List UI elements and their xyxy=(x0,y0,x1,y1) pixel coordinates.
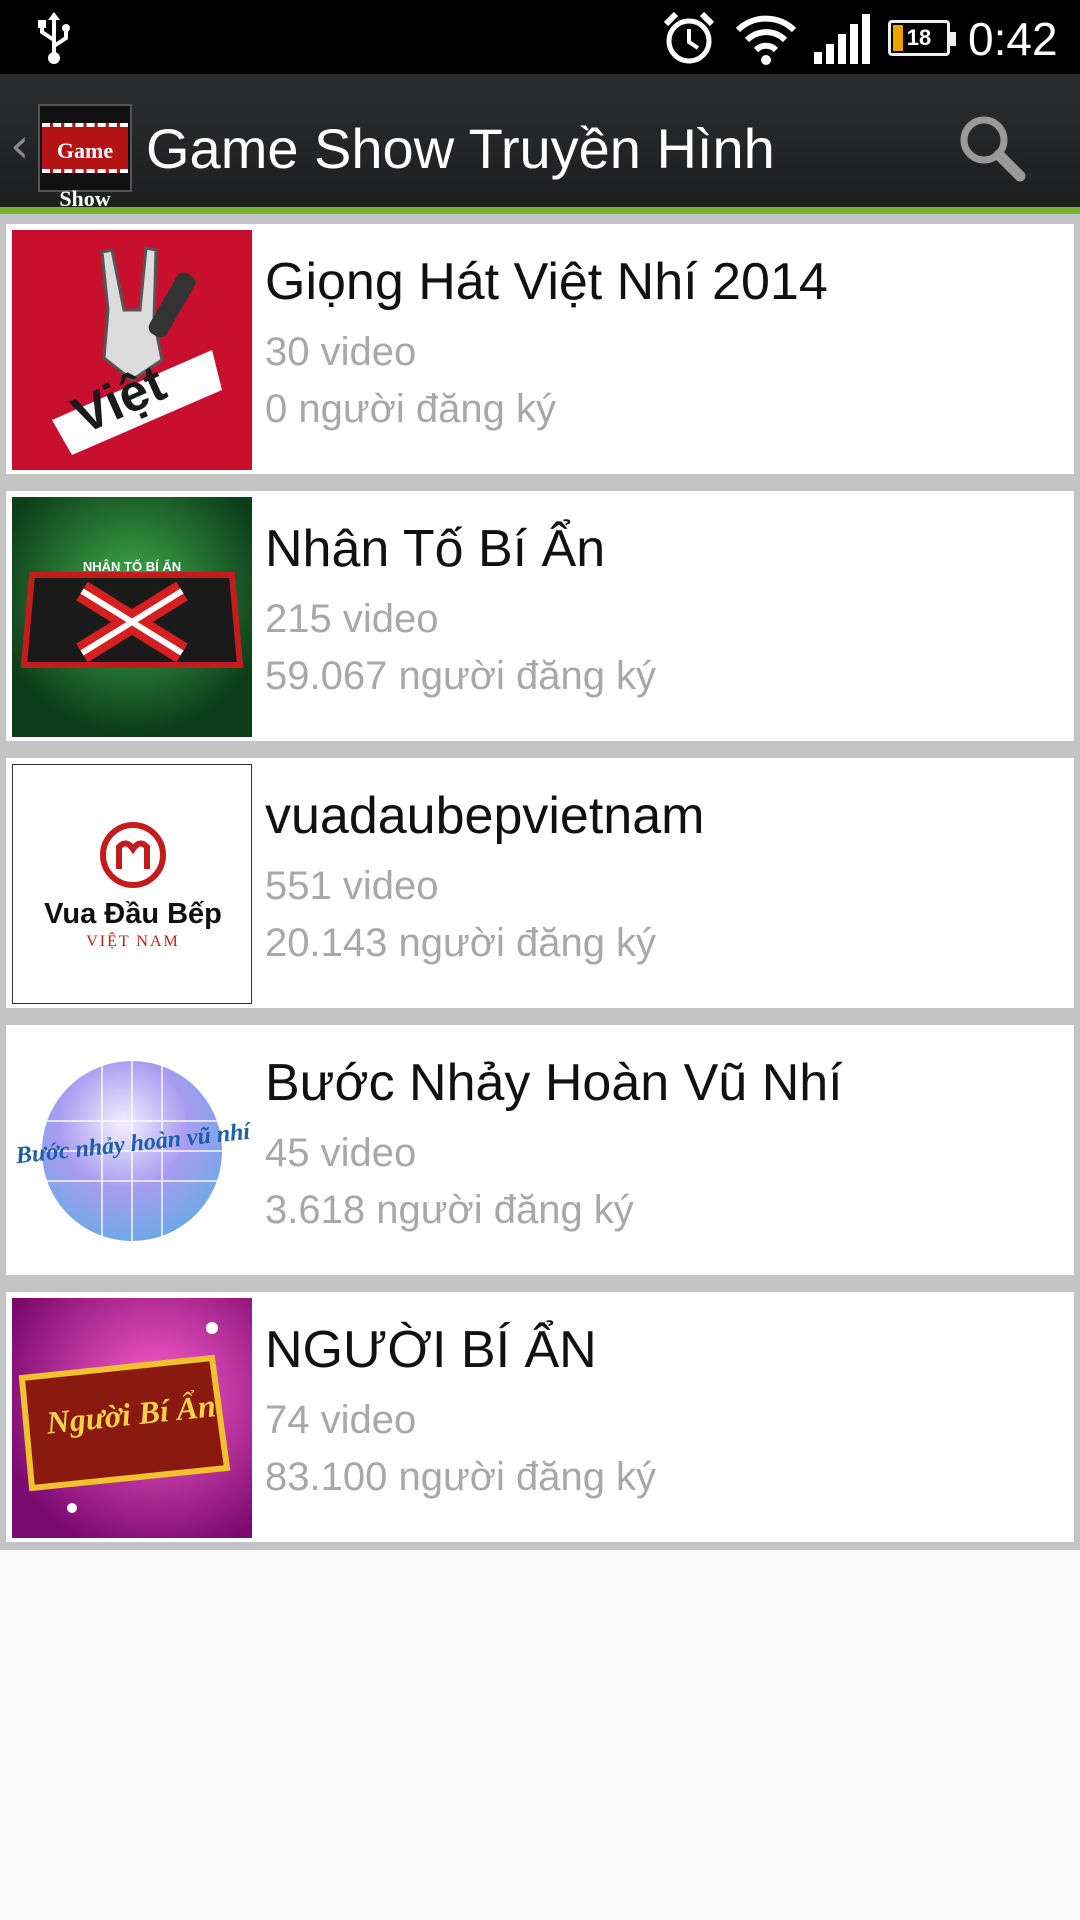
subscriber-count: 3.618 người đăng ký xyxy=(265,1188,634,1232)
video-count: 551 video xyxy=(265,864,439,908)
app-logo[interactable]: Game Show xyxy=(38,104,132,211)
masterchef-logo-icon xyxy=(100,822,166,888)
search-icon[interactable] xyxy=(954,110,1030,186)
channel-title: Nhân Tố Bí Ẩn xyxy=(265,520,606,578)
video-count: 45 video xyxy=(265,1131,417,1175)
channel-title: vuadaubepvietnam xyxy=(265,787,705,845)
list-item[interactable]: Bước nhảy hoàn vũ nhí Bước Nhảy Hoàn Vũ … xyxy=(6,1025,1074,1275)
status-bar: 18 0:42 xyxy=(0,0,1080,74)
list-item[interactable]: NHÂN TỐ BÍ ẨN Nhân Tố Bí Ẩn 215 video 59… xyxy=(6,491,1074,741)
back-chevron-icon[interactable]: ‹ xyxy=(10,118,29,174)
channel-thumbnail: NHÂN TỐ BÍ ẨN xyxy=(12,497,252,737)
subscriber-count: 59.067 người đăng ký xyxy=(265,654,657,698)
empty-area xyxy=(0,1550,1080,1920)
app-logo-text: Game Show xyxy=(42,123,128,211)
list-item[interactable]: Việt Giọng Hát Việt Nhí 2014 30 video 0 … xyxy=(6,224,1074,474)
channel-title: Bước Nhảy Hoàn Vũ Nhí xyxy=(265,1054,843,1112)
subscriber-count: 0 người đăng ký xyxy=(265,387,556,431)
wifi-icon xyxy=(735,15,797,65)
action-bar-accent xyxy=(0,207,1080,214)
channel-thumbnail: Người Bí Ẩn xyxy=(12,1298,252,1538)
battery-level: 18 xyxy=(906,25,932,50)
battery-icon: 18 xyxy=(888,20,956,56)
channel-thumbnail: Bước nhảy hoàn vũ nhí xyxy=(12,1031,252,1271)
clock: 0:42 xyxy=(968,13,1058,65)
thumb-text: NHÂN TỐ BÍ ẨN xyxy=(82,559,182,574)
subscriber-count: 83.100 người đăng ký xyxy=(265,1455,657,1499)
channel-thumbnail: Vua Đầu Bếp VIỆT NAM xyxy=(12,764,252,1004)
channel-title: Giọng Hát Việt Nhí 2014 xyxy=(265,253,828,311)
channel-thumbnail: Việt xyxy=(12,230,252,470)
page-title: Game Show Truyền Hình xyxy=(146,117,775,180)
signal-icon xyxy=(814,14,870,64)
subscriber-count: 20.143 người đăng ký xyxy=(265,921,657,965)
thumb-subtext: VIỆT NAM xyxy=(86,933,180,950)
x-factor-logo-icon xyxy=(20,572,244,668)
voice-logo-icon xyxy=(12,230,252,470)
video-count: 74 video xyxy=(265,1398,417,1442)
channel-list: Việt Giọng Hát Việt Nhí 2014 30 video 0 … xyxy=(0,214,1080,1550)
list-item[interactable]: Vua Đầu Bếp VIỆT NAM vuadaubepvietnam 55… xyxy=(6,758,1074,1008)
thumb-text: Vua Đầu Bếp xyxy=(44,898,222,930)
channel-title: NGƯỜI BÍ ẨN xyxy=(265,1321,597,1379)
video-count: 215 video xyxy=(265,597,439,641)
alarm-icon xyxy=(663,11,715,64)
video-count: 30 video xyxy=(265,330,417,374)
list-item[interactable]: Người Bí Ẩn NGƯỜI BÍ ẨN 74 video 83.100 … xyxy=(6,1292,1074,1542)
action-bar: ‹ Game Show Game Show Truyền Hình xyxy=(0,74,1080,214)
usb-icon xyxy=(38,12,70,64)
